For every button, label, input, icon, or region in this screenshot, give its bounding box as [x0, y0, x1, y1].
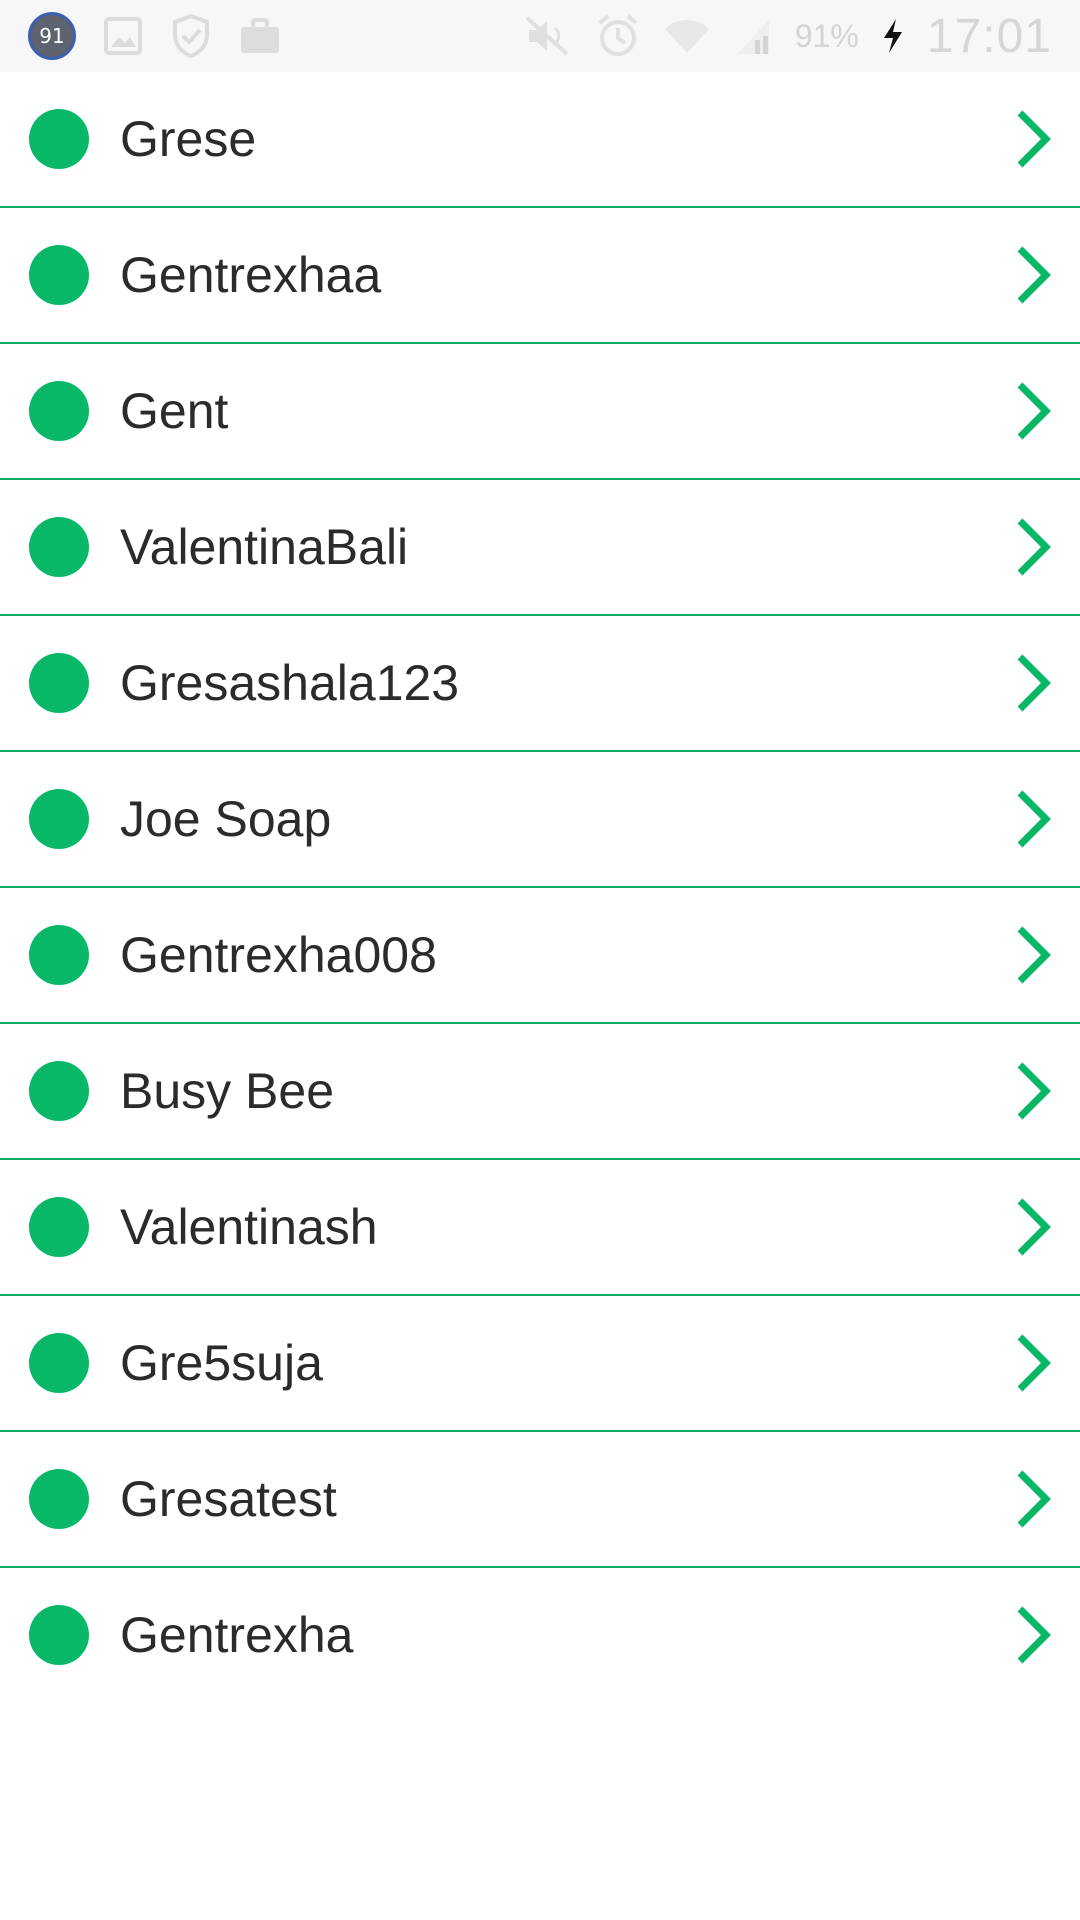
- notification-count-badge: 91: [28, 12, 76, 60]
- status-bar: 91 91% 17:01: [0, 0, 1080, 72]
- list-item[interactable]: Gentrexhaa: [0, 208, 1080, 344]
- list-item[interactable]: Grese: [0, 72, 1080, 208]
- list-item[interactable]: Gent: [0, 344, 1080, 480]
- online-status-dot-icon: [29, 789, 89, 849]
- chevron-right-icon[interactable]: [1012, 515, 1056, 579]
- online-status-dot-icon: [29, 1061, 89, 1121]
- mute-icon: [523, 14, 573, 58]
- signal-icon: [733, 16, 773, 56]
- user-name: Grese: [120, 111, 257, 167]
- list-item[interactable]: Valentinash: [0, 1160, 1080, 1296]
- online-status-dot-icon: [29, 653, 89, 713]
- user-name: ValentinaBali: [120, 519, 409, 575]
- chevron-right-icon[interactable]: [1012, 651, 1056, 715]
- user-name: Gentrexhaa: [120, 247, 382, 303]
- online-status-dot-icon: [29, 1333, 89, 1393]
- list-item[interactable]: Gresashala123: [0, 616, 1080, 752]
- online-status-dot-icon: [29, 517, 89, 577]
- alarm-icon: [595, 13, 641, 59]
- online-status-dot-icon: [29, 925, 89, 985]
- online-status-dot-icon: [29, 381, 89, 441]
- user-name: Valentinash: [120, 1199, 378, 1255]
- battery-percent: 91%: [794, 17, 859, 54]
- list-item[interactable]: Gresatest: [0, 1432, 1080, 1568]
- chevron-right-icon[interactable]: [1012, 1059, 1056, 1123]
- chevron-right-icon[interactable]: [1012, 1467, 1056, 1531]
- user-name: Gentrexha: [120, 1607, 354, 1663]
- user-name: Gresatest: [120, 1471, 337, 1527]
- online-status-dot-icon: [29, 1469, 89, 1529]
- status-bar-left: 91: [28, 12, 282, 60]
- online-status-dot-icon: [29, 1197, 89, 1257]
- chevron-right-icon[interactable]: [1012, 379, 1056, 443]
- chevron-right-icon[interactable]: [1012, 243, 1056, 307]
- briefcase-icon: [238, 16, 282, 56]
- list-item[interactable]: Gentrexha: [0, 1568, 1080, 1702]
- list-item[interactable]: Gre5suja: [0, 1296, 1080, 1432]
- chevron-right-icon[interactable]: [1012, 923, 1056, 987]
- user-name: Gentrexha008: [120, 927, 437, 983]
- wifi-icon: [663, 15, 711, 57]
- list-item[interactable]: Joe Soap: [0, 752, 1080, 888]
- user-name: Gent: [120, 383, 229, 439]
- image-icon: [102, 15, 144, 57]
- status-bar-right: 91% 17:01: [523, 9, 1052, 64]
- user-name: Gre5suja: [120, 1335, 323, 1391]
- user-name: Joe Soap: [120, 791, 332, 847]
- online-status-dot-icon: [29, 109, 89, 169]
- chevron-right-icon[interactable]: [1012, 1195, 1056, 1259]
- user-list: Grese Gentrexhaa Gent ValentinaBali Gresasha…: [0, 72, 1080, 1702]
- list-item[interactable]: Busy Bee: [0, 1024, 1080, 1160]
- online-status-dot-icon: [29, 1605, 89, 1665]
- list-item[interactable]: Gentrexha008: [0, 888, 1080, 1024]
- list-item[interactable]: ValentinaBali: [0, 480, 1080, 616]
- chevron-right-icon[interactable]: [1012, 107, 1056, 171]
- clock-time: 17:01: [926, 9, 1052, 63]
- chevron-right-icon[interactable]: [1012, 1331, 1056, 1395]
- chevron-right-icon[interactable]: [1012, 1603, 1056, 1667]
- shield-check-icon: [170, 13, 212, 59]
- charging-bolt-icon: [881, 18, 905, 54]
- chevron-right-icon[interactable]: [1012, 787, 1056, 851]
- user-name: Gresashala123: [120, 655, 460, 711]
- online-status-dot-icon: [29, 245, 89, 305]
- user-name: Busy Bee: [120, 1063, 335, 1119]
